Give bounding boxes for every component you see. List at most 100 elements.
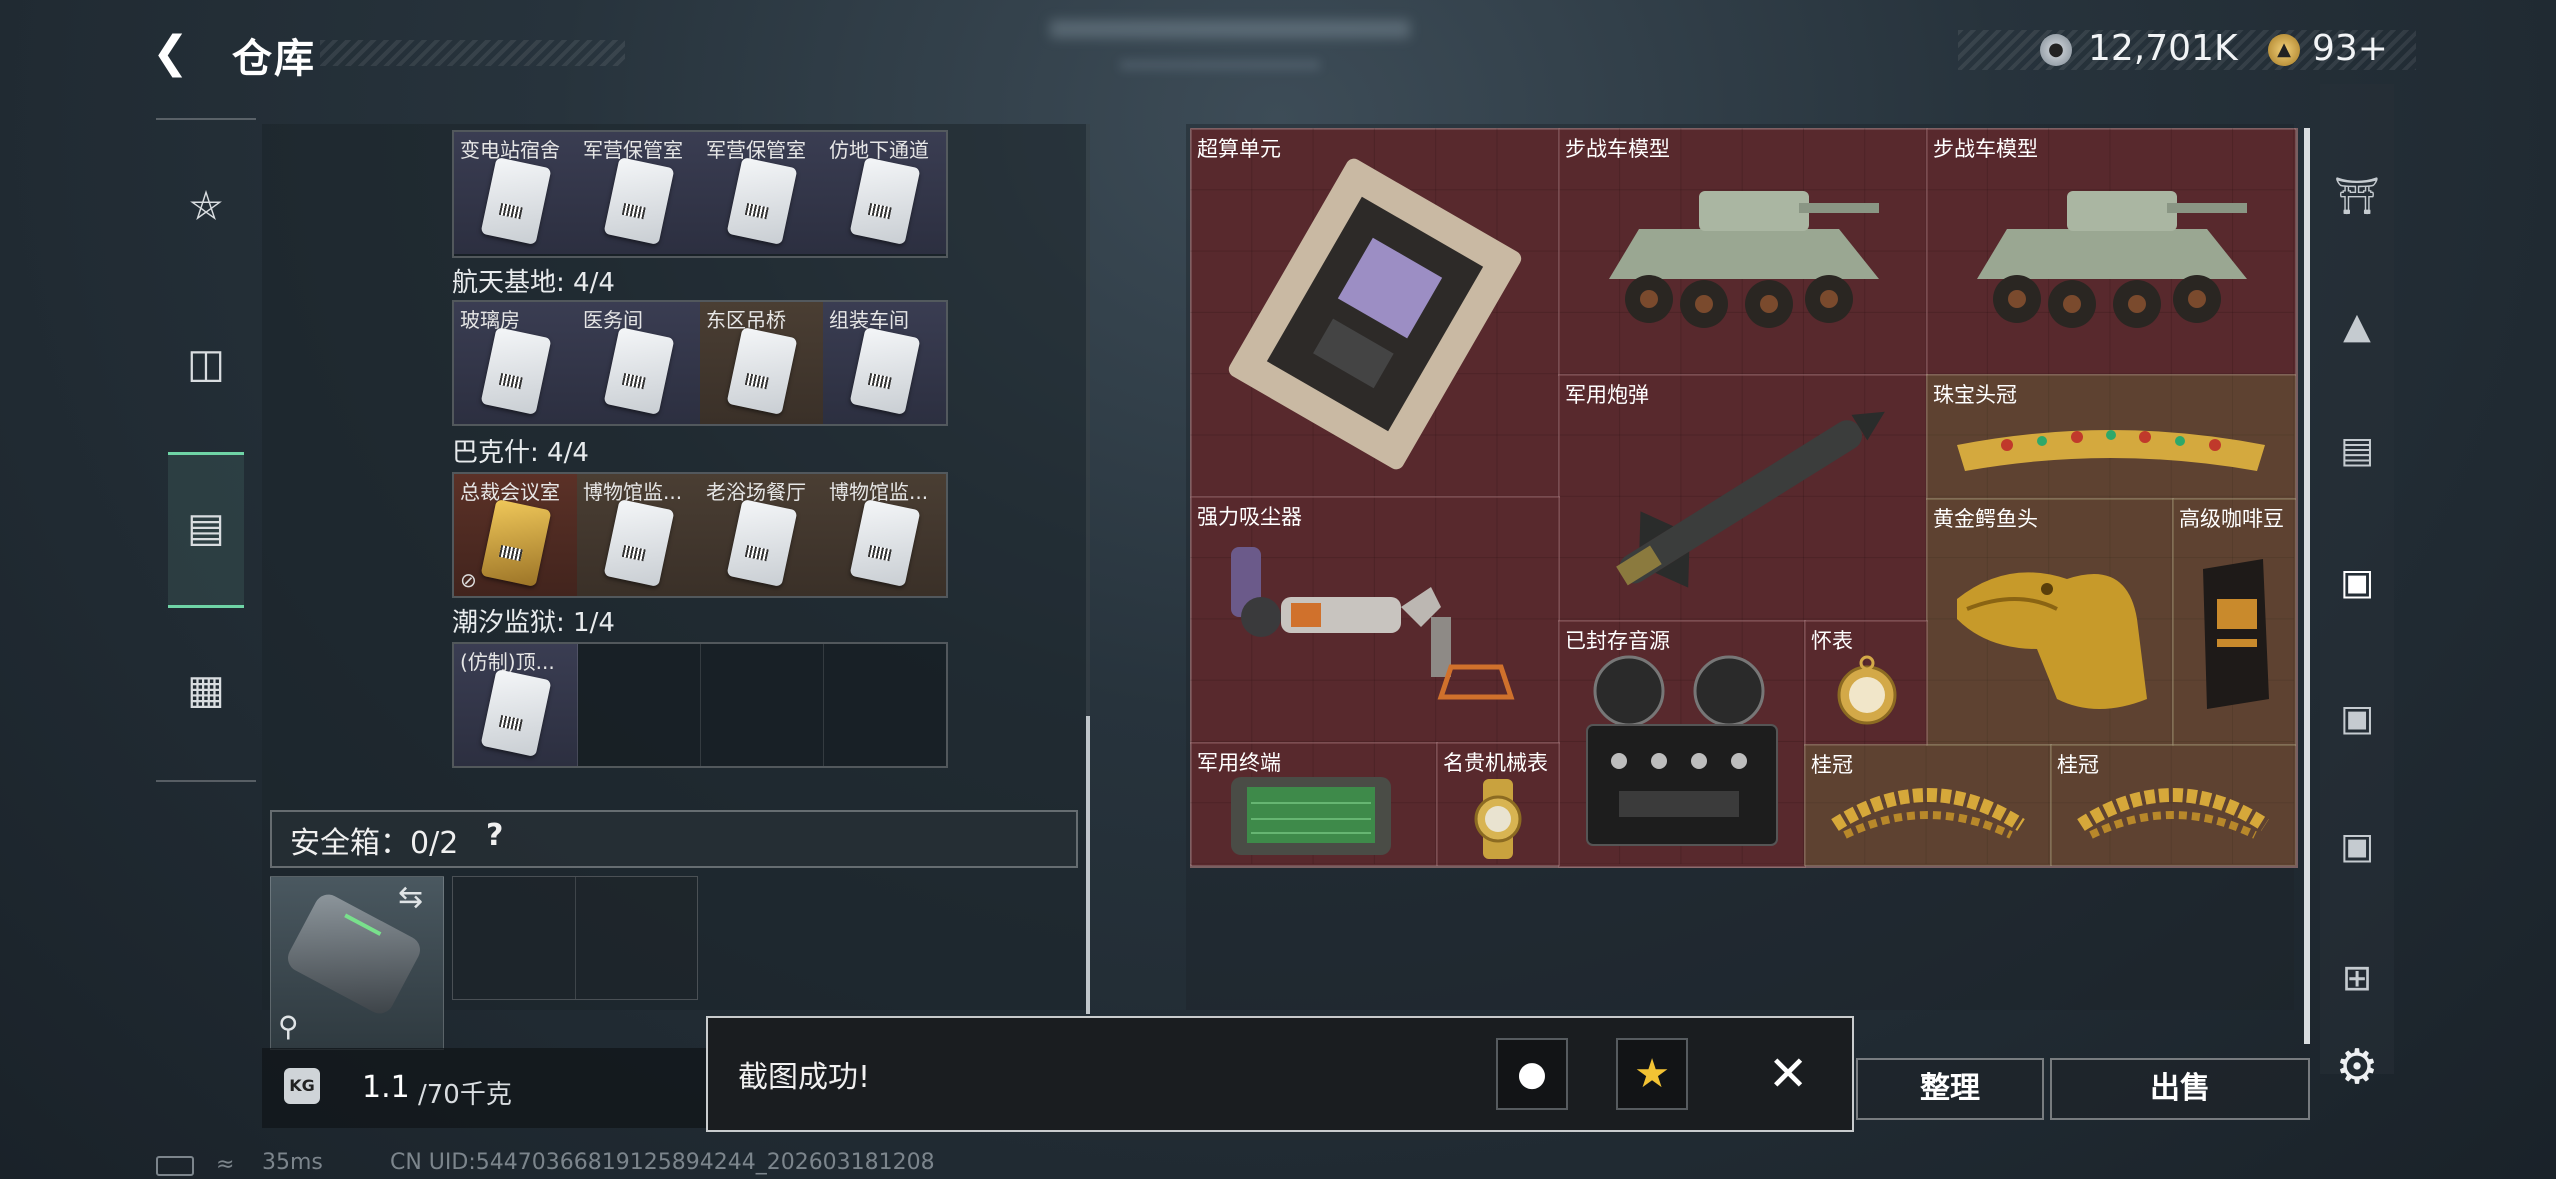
keycard-slot[interactable]: 博物馆监...	[823, 474, 946, 596]
qq-share-button[interactable]: ●	[1496, 1038, 1568, 1110]
keycard-slot[interactable]: 总裁会议室 ⊘	[454, 474, 578, 596]
keycard-slot[interactable]: 军营保管室	[700, 132, 824, 254]
stash-item[interactable]: 步战车模型	[1926, 128, 2296, 376]
stash-item[interactable]: 超算单元	[1190, 128, 1560, 498]
keycard-image	[726, 499, 798, 587]
tier3-rig-icon[interactable]: ▤	[2326, 420, 2388, 482]
stash-item[interactable]: 怀表	[1804, 620, 1928, 746]
stash-item[interactable]: 步战车模型	[1558, 128, 1928, 376]
stash-item[interactable]: 军用终端	[1190, 742, 1438, 866]
stash-item[interactable]: 高级咖啡豆	[2172, 498, 2296, 746]
keycard-name: 总裁会议室	[460, 480, 560, 504]
stash-item[interactable]: 名贵机械表	[1436, 742, 1560, 866]
keycard-slot[interactable]: 老浴场餐厅	[700, 474, 824, 596]
keycard-slot[interactable]: 仿地下通道	[823, 132, 946, 254]
silver-coin-value: 12,701K	[2088, 28, 2238, 69]
item-name: 步战车模型	[1933, 137, 2038, 161]
tier3-case-icon[interactable]: ▣	[2326, 816, 2388, 878]
stash-item[interactable]: 珠宝头冠	[1926, 374, 2296, 500]
page-title: 仓库	[232, 36, 316, 82]
item-name: 已封存音源	[1565, 629, 1670, 653]
item-name: 名贵机械表	[1443, 751, 1548, 775]
keycard-slot[interactable]: 医务间	[577, 302, 701, 424]
keycard-slot[interactable]: 博物馆监...	[577, 474, 701, 596]
uid-text: CN UID:5447036681912589424​4_20260318120…	[390, 1150, 935, 1175]
item-image	[1977, 191, 2247, 328]
back-arrow-icon[interactable]: ❮	[152, 28, 202, 78]
backpack-icon[interactable]: ◫	[168, 326, 244, 402]
item-name: 桂冠	[1811, 753, 1853, 777]
keycard-slot[interactable]: 组装车间	[823, 302, 946, 424]
keycard-image	[849, 499, 921, 587]
keycard-image	[726, 327, 798, 415]
keycard-name: 东区吊桥	[706, 308, 786, 332]
swap-icon[interactable]: ⇆	[398, 880, 423, 915]
close-icon[interactable]: ✕	[1768, 1046, 1808, 1102]
keycard-scrollbar[interactable]	[1086, 716, 1090, 1014]
keycard-name: 组装车间	[829, 308, 909, 332]
section-label-bakshi: 巴克什: 4/4	[452, 438, 589, 468]
stash-scrollbar[interactable]	[2304, 128, 2310, 1044]
item-name: 桂冠	[2057, 753, 2099, 777]
safe-box-empty-slot[interactable]	[452, 876, 698, 1000]
keycard-slot[interactable]: (仿制)顶...	[454, 644, 578, 766]
item-image	[1616, 411, 1885, 588]
keycard-image	[480, 499, 552, 587]
gold-coin-value[interactable]: 93+	[2312, 28, 2388, 69]
ping-value: 35ms	[262, 1150, 323, 1175]
keycard-name: 仿地下通道	[829, 138, 929, 162]
tier3-armor-icon[interactable]: ▲	[2326, 296, 2388, 358]
tier2-add-icon[interactable]: ⊞	[2326, 948, 2388, 1010]
empty-keycard-slot[interactable]	[823, 644, 946, 766]
stash-item[interactable]: 军用炮弹	[1558, 374, 1928, 622]
wifi-icon: ≈	[216, 1152, 235, 1177]
settings-gear-icon[interactable]: ⚙	[2326, 1036, 2388, 1098]
keycard-name: 军营保管室	[583, 138, 683, 162]
ceiling-light	[1120, 60, 1320, 70]
tier4-case-icon[interactable]: ▣	[2326, 688, 2388, 750]
help-button[interactable]: ?	[486, 818, 503, 853]
stash-item[interactable]: 已封存音源	[1558, 620, 1806, 868]
keycard-image	[603, 157, 675, 245]
weight-icon: KG	[284, 1068, 320, 1104]
safe-box-label: 安全箱：0/2	[290, 826, 459, 861]
keycard-name: 变电站宿舍	[460, 138, 560, 162]
stash-item[interactable]: 黄金鳄鱼头	[1926, 498, 2174, 746]
stash-item[interactable]: 桂冠	[2050, 744, 2296, 866]
tier4-case-icon[interactable]: ▣	[2326, 552, 2388, 614]
keycard-image	[480, 157, 552, 245]
stash-item[interactable]: 强力吸尘器	[1190, 496, 1560, 744]
keycard-name: 医务间	[583, 308, 643, 332]
keycard-row: 玻璃房 医务间 东区吊桥 组装车间	[452, 300, 948, 426]
title-stripe	[320, 40, 625, 66]
toolbox-icon[interactable]: ▦	[168, 652, 244, 728]
keycard-name: 玻璃房	[460, 308, 520, 332]
keycard-row: 总裁会议室 ⊘ 博物馆监... 老浴场餐厅 博物馆监...	[452, 472, 948, 598]
qq-icon: ●	[1517, 1054, 1547, 1094]
item-name: 珠宝头冠	[1933, 383, 2017, 407]
item-image	[1609, 191, 1879, 328]
pistol-icon[interactable]: ⛤	[168, 168, 244, 244]
item-image	[1231, 547, 1515, 700]
keycard-slot[interactable]: 东区吊桥	[700, 302, 824, 424]
keycard-case-icon[interactable]: ▤	[168, 490, 244, 566]
keycard-slot[interactable]: 变电站宿舍	[454, 132, 578, 254]
weight-max: /70千克	[418, 1080, 512, 1110]
keycard-row: 变电站宿舍 军营保管室 军营保管室 仿地下通道	[452, 130, 948, 258]
keycard-image	[480, 327, 552, 415]
keycard-slot[interactable]: 玻璃房	[454, 302, 578, 424]
empty-keycard-slot[interactable]	[700, 644, 824, 766]
keycard-row: (仿制)顶...	[452, 642, 948, 768]
stash-item[interactable]: 桂冠	[1804, 744, 2052, 866]
keycard-name: (仿制)顶...	[460, 650, 555, 674]
lock-icon: ⚲	[278, 1010, 299, 1043]
empty-keycard-slot[interactable]	[577, 644, 701, 766]
keycard-slot[interactable]: 军营保管室	[577, 132, 701, 254]
sort-button[interactable]: 整理	[1856, 1058, 2044, 1120]
silver-coin-icon: ●	[2040, 34, 2072, 66]
keycard-image	[603, 327, 675, 415]
qzone-share-button[interactable]: ★	[1616, 1038, 1688, 1110]
item-name: 黄金鳄鱼头	[1933, 507, 2038, 531]
sell-button[interactable]: 出售	[2050, 1058, 2310, 1120]
vault-icon[interactable]: ⛩	[2326, 166, 2388, 228]
